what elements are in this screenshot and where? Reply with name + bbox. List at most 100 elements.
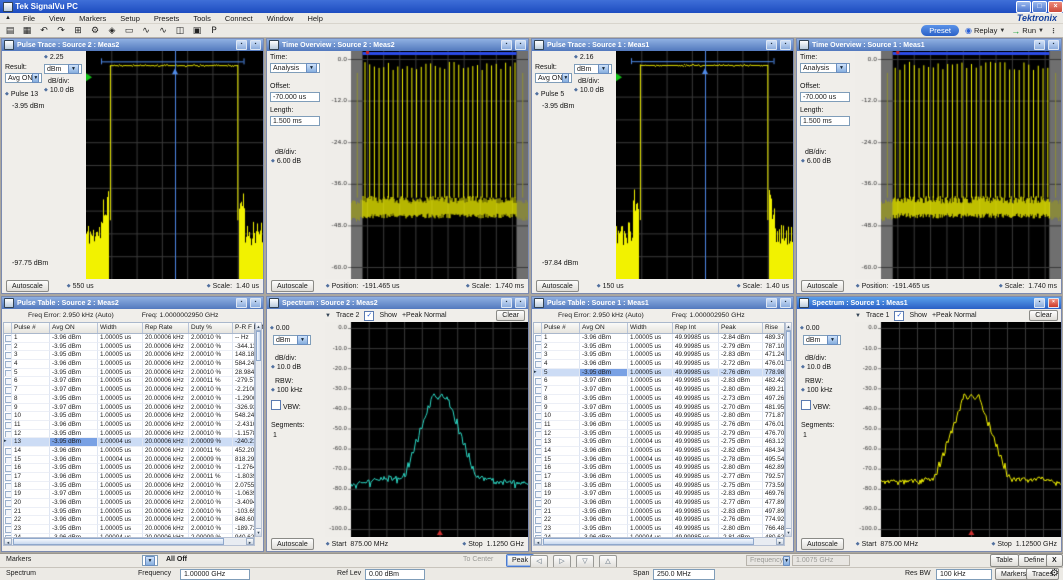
stop-value[interactable]: 1.1250 GHz — [487, 541, 524, 548]
row-selector[interactable] — [534, 412, 542, 421]
column-header[interactable]: Peak — [719, 323, 763, 333]
table-cell[interactable]: -3.96 dBm — [580, 473, 628, 482]
vbw-checkbox[interactable] — [801, 400, 811, 410]
marker-to-select[interactable]: Frequency▼ — [746, 555, 790, 566]
table-row[interactable]: 23-3.95 dBm1.00005 us49.99985 us-2.80 dB… — [534, 525, 784, 534]
table-cell[interactable]: 20.00006 kHz — [143, 508, 189, 517]
table-cell[interactable]: 1.00004 us — [98, 456, 143, 465]
table-cell[interactable]: -2.75 dBm — [719, 482, 763, 491]
start-value[interactable]: 875.00 MHz — [350, 541, 388, 548]
table-cell[interactable]: 2.00011 % — [189, 447, 233, 456]
dbdiv-value[interactable]: 10.0 dB — [44, 87, 74, 94]
scrollbar-thumb[interactable] — [786, 331, 791, 361]
table-cell[interactable]: 774.92185 — [763, 516, 785, 525]
scale-value[interactable]: 1.40 us — [766, 283, 789, 290]
table-cell[interactable]: -103.6503 — [233, 508, 255, 517]
rbw-value[interactable]: 100 kHz — [271, 387, 303, 394]
table-cell[interactable]: 1.00005 us — [628, 499, 673, 508]
table-cell[interactable]: -3.96 dBm — [580, 334, 628, 343]
panel-maximize-icon[interactable]: ▪ — [780, 298, 791, 308]
menu-tools[interactable]: Tools — [186, 14, 218, 23]
table-row[interactable]: 21-3.95 dBm1.00005 us20.00006 kHz2.00010… — [4, 508, 254, 517]
panel-titlebar[interactable]: Pulse Table : Source 2 : Meas2 ▪▪ — [2, 297, 263, 309]
table-cell[interactable]: 2.07554 k — [233, 482, 255, 491]
table-cell[interactable]: 8 — [542, 395, 580, 404]
table-cell[interactable]: 1.00005 us — [628, 334, 673, 343]
table-cell[interactable]: 3 — [542, 351, 580, 360]
result-select[interactable]: Avg ON▼ — [5, 73, 42, 83]
row-selector[interactable] — [4, 369, 12, 378]
table-cell[interactable]: 2.00010 % — [189, 421, 233, 430]
table-cell[interactable]: -3.95 dBm — [580, 482, 628, 491]
table-cell[interactable]: 1.00005 us — [628, 395, 673, 404]
table-cell[interactable]: 49.99985 us — [673, 482, 719, 491]
table-cell[interactable]: 20.00006 kHz — [143, 438, 189, 447]
horizontal-scrollbar[interactable]: ◄ ► — [3, 537, 255, 546]
table-cell[interactable]: 1.00005 us — [98, 395, 143, 404]
table-cell[interactable]: 20.00006 kHz — [143, 447, 189, 456]
table-cell[interactable]: -3.95 dBm — [50, 438, 98, 447]
table-cell[interactable]: 1.00005 us — [628, 421, 673, 430]
unit-select[interactable]: dBm▼ — [803, 335, 841, 345]
start-value[interactable]: 875.00 MHz — [880, 541, 918, 548]
panel-titlebar[interactable]: Spectrum : Source 1 : Meas1 ▪× — [797, 297, 1061, 309]
table-cell[interactable]: -2.80 dBm — [719, 412, 763, 421]
table-cell[interactable]: 1.00005 us — [98, 386, 143, 395]
table-cell[interactable]: -326.9388 — [233, 404, 255, 413]
panel-maximize-icon[interactable]: ▪ — [250, 40, 261, 50]
row-selector[interactable] — [534, 456, 542, 465]
table-cell[interactable]: 1.00005 us — [628, 525, 673, 534]
table-cell[interactable]: 5 — [542, 369, 580, 378]
table-cell[interactable]: 1.00005 us — [98, 343, 143, 352]
row-selector[interactable] — [534, 516, 542, 525]
table-cell[interactable]: 481.95314 — [763, 404, 785, 413]
table-cell[interactable]: 9 — [542, 404, 580, 413]
table-cell[interactable]: 778.98438 — [763, 369, 785, 378]
ref-level-value[interactable]: 2.16 — [574, 54, 593, 61]
scroll-up-icon[interactable]: ▲ — [256, 323, 261, 331]
row-selector[interactable] — [4, 377, 12, 386]
row-selector[interactable] — [534, 351, 542, 360]
table-cell[interactable]: 49.99985 us — [673, 351, 719, 360]
table-cell[interactable]: 49.99985 us — [673, 447, 719, 456]
table-cell[interactable]: 1.00005 us — [98, 490, 143, 499]
table-cell[interactable]: 1.00005 us — [98, 499, 143, 508]
panel-maximize-icon[interactable]: ▪ — [1048, 40, 1059, 50]
row-selector[interactable] — [534, 386, 542, 395]
table-cell[interactable]: 2.00009 % — [189, 438, 233, 447]
table-cell[interactable]: -2.72 dBm — [719, 360, 763, 369]
table-cell[interactable]: 49.99985 us — [673, 360, 719, 369]
table-cell[interactable]: 20.00006 kHz — [143, 395, 189, 404]
table-cell[interactable]: 12 — [12, 430, 50, 439]
table-cell[interactable]: 10 — [542, 412, 580, 421]
table-cell[interactable]: -3.95 dBm — [50, 369, 98, 378]
table-cell[interactable]: -3.97 dBm — [580, 404, 628, 413]
collapse-icon[interactable]: ▼ — [855, 313, 861, 319]
panel-minimize-icon[interactable]: ▪ — [766, 298, 777, 308]
table-cell[interactable]: 49.99985 us — [673, 464, 719, 473]
marker-frequency-field[interactable]: 1.0075 GHz — [792, 555, 850, 566]
panel-titlebar[interactable]: Pulse Trace : Source 2 : Meas2 ▪▪ — [2, 39, 263, 51]
table-cell[interactable]: 2.00010 % — [189, 351, 233, 360]
table-cell[interactable]: 23 — [12, 525, 50, 534]
table-cell[interactable]: 19 — [542, 490, 580, 499]
table-cell[interactable]: -2.76 dBm — [719, 369, 763, 378]
table-cell[interactable]: 1.00005 us — [628, 464, 673, 473]
table-cell[interactable]: 49.99985 us — [673, 456, 719, 465]
table-cell[interactable]: 20.00006 kHz — [143, 456, 189, 465]
table-cell[interactable]: 1.00005 us — [98, 412, 143, 421]
table-row[interactable]: 17-3.96 dBm1.00005 us49.99985 us-2.77 dB… — [534, 473, 784, 482]
table-cell[interactable]: -3.95 dBm — [580, 525, 628, 534]
vertical-scrollbar[interactable]: ▲ ▼ — [255, 322, 262, 537]
scroll-up-icon[interactable]: ▲ — [786, 323, 791, 331]
table-cell[interactable]: 787.10938 — [763, 343, 785, 352]
panel-titlebar[interactable]: Spectrum : Source 2 : Meas2 ▪▪ — [267, 297, 528, 309]
table-cell[interactable]: -3.97 dBm — [50, 386, 98, 395]
table-cell[interactable]: 2.00010 % — [189, 464, 233, 473]
table-cell[interactable]: 49.99985 us — [673, 395, 719, 404]
table-row[interactable]: 3-3.95 dBm1.00005 us49.99985 us-2.83 dBm… — [534, 351, 784, 360]
table-cell[interactable]: 49.99985 us — [673, 430, 719, 439]
table-cell[interactable]: -3.96 dBm — [50, 447, 98, 456]
table-cell[interactable]: 1.00005 us — [98, 508, 143, 517]
table-cell[interactable]: 8 — [12, 395, 50, 404]
